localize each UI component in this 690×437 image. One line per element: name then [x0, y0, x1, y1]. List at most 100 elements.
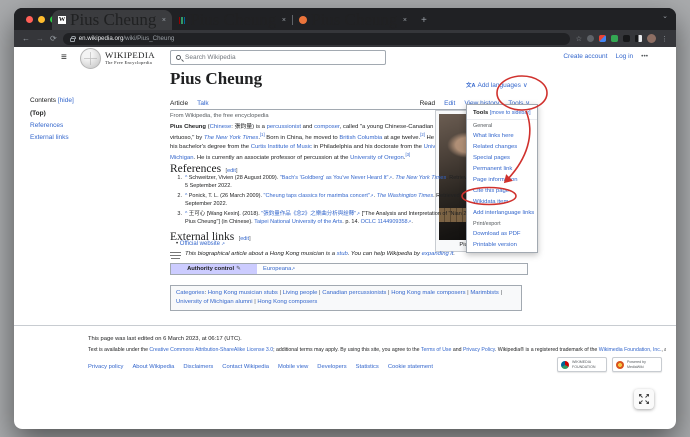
- extension-icon-5[interactable]: [635, 35, 642, 42]
- stub-icon: [170, 252, 181, 260]
- close-tab-icon[interactable]: ×: [403, 17, 407, 24]
- footer-link-developers[interactable]: Developers: [317, 364, 346, 370]
- expand-icon[interactable]: [634, 389, 654, 409]
- toc-item-external-links[interactable]: External links: [30, 134, 74, 141]
- mediawiki-badge[interactable]: Powered byMediaWiki: [612, 357, 662, 372]
- badge-line: FOUNDATION: [572, 365, 596, 369]
- wikipedia-page: ≡ WIKIPEDIA The Free Encyclopedia Create…: [14, 47, 676, 429]
- close-window-button[interactable]: [26, 16, 33, 23]
- bracket: ]: [249, 236, 251, 242]
- official-website-item[interactable]: • Official website ↗: [176, 241, 225, 247]
- menu-item-add-interlanguage-links[interactable]: Add interlanguage links: [467, 207, 537, 218]
- minimize-window-button[interactable]: [38, 16, 45, 23]
- wikipedia-globe-logo[interactable]: [80, 48, 101, 69]
- language-icon: 文A: [466, 81, 475, 89]
- reference-item: 3.^ 王可心 [Wang Kexin]. (2018). "張鈞量作品《念2》…: [174, 211, 476, 227]
- menu-item-special-pages[interactable]: Special pages: [467, 152, 537, 163]
- footer-link-contact[interactable]: Contact Wikipedia: [222, 364, 269, 370]
- page-title: Pius Cheung: [170, 69, 262, 89]
- view-edit[interactable]: Edit: [444, 100, 455, 107]
- menu-item-cite-this-page[interactable]: Cite this page: [467, 185, 537, 196]
- extension-icon-2[interactable]: [599, 35, 606, 42]
- references-heading: References: [170, 163, 221, 175]
- main-menu-hamburger-icon[interactable]: ≡: [61, 52, 67, 63]
- tab-wikidata[interactable]: Pius Cheung - Wikidata ×: [172, 10, 292, 30]
- wikipedia-tagline: The Free Encyclopedia: [105, 60, 152, 65]
- tab-title: Pius Cheung - Wikipedia: [70, 10, 158, 30]
- footer-link-cookies[interactable]: Cookie statement: [388, 364, 433, 370]
- footer-link-mobile[interactable]: Mobile view: [278, 364, 308, 370]
- stub-notice: This biographical article about a Hong K…: [170, 251, 500, 260]
- search-icon: [176, 55, 181, 60]
- user-menu-ellipsis-icon[interactable]: •••: [641, 53, 648, 60]
- menu-item-page-information[interactable]: Page information: [467, 174, 537, 185]
- url-domain: en.wikipedia.org: [79, 35, 124, 42]
- back-icon[interactable]: ←: [22, 35, 30, 43]
- edit-external-links-link[interactable]: edit: [240, 236, 249, 242]
- footer-link-about[interactable]: About Wikipedia: [132, 364, 174, 370]
- menu-item-printable-version[interactable]: Printable version: [467, 239, 537, 250]
- footer-link-statistics[interactable]: Statistics: [356, 364, 379, 370]
- toc-item-references[interactable]: References: [30, 122, 74, 129]
- menu-item-wikidata-item[interactable]: Wikidata item: [467, 196, 537, 207]
- wikimedia-foundation-badge[interactable]: WIKIMEDIAFOUNDATION: [557, 357, 607, 372]
- footer-link-privacy[interactable]: Privacy policy: [88, 364, 123, 370]
- authority-label[interactable]: Authority control: [187, 266, 234, 272]
- ref-text: ^ Ponick, T. L. (26 March 2009). "Cheung…: [185, 193, 476, 209]
- menu-title-label: Tools: [473, 110, 488, 116]
- lock-icon: [70, 38, 75, 42]
- view-read[interactable]: Read: [420, 100, 436, 107]
- extension-icon-4[interactable]: [623, 35, 630, 42]
- add-languages-button[interactable]: 文A Add languages ∨: [466, 81, 528, 89]
- tab-wikipedia[interactable]: W Pius Cheung - Wikipedia ×: [52, 10, 172, 30]
- extension-icon-3[interactable]: [611, 35, 618, 42]
- close-tab-icon[interactable]: ×: [282, 17, 286, 24]
- ref-text: ^ Schweitzer, Vivien (28 August 2009). "…: [185, 175, 476, 191]
- move-to-sidebar-link[interactable]: [move to sidebar]: [490, 110, 531, 116]
- forward-icon[interactable]: →: [36, 35, 44, 43]
- edit-pencil-icon[interactable]: ✎: [236, 266, 241, 272]
- log-in-link[interactable]: Log in: [615, 53, 633, 60]
- wikipedia-wordmark[interactable]: WIKIPEDIA: [105, 50, 155, 60]
- menu-item-permanent-link[interactable]: Permanent link: [467, 163, 537, 174]
- menu-item-download-pdf[interactable]: Download as PDF: [467, 228, 537, 239]
- tab-talk[interactable]: Talk: [197, 100, 209, 107]
- footer-link-disclaimers[interactable]: Disclaimers: [183, 364, 213, 370]
- menu-item-related-changes[interactable]: Related changes: [467, 141, 537, 152]
- toc-hide-link[interactable]: [hide]: [58, 97, 74, 104]
- tab-musicbrainz[interactable]: Pius Cheung - MusicBrainz ×: [293, 10, 413, 30]
- ref-number: 1.: [174, 175, 182, 191]
- menu-title: Tools [move to sidebar]: [467, 107, 537, 120]
- site-subtitle: From Wikipedia, the free encyclopedia: [170, 113, 269, 119]
- tab-title: Pius Cheung - Wikidata: [190, 10, 278, 30]
- menu-item-what-links-here[interactable]: What links here: [467, 130, 537, 141]
- edit-references-link[interactable]: edit: [227, 168, 236, 174]
- create-account-link[interactable]: Create account: [563, 53, 607, 60]
- profile-avatar[interactable]: [647, 34, 656, 43]
- authority-links[interactable]: Europeana ↗: [257, 264, 527, 274]
- bookmark-star-icon[interactable]: ☆: [576, 35, 582, 43]
- reload-icon[interactable]: ⟳: [50, 35, 57, 43]
- bracket: ]: [236, 168, 238, 174]
- toc-item-top[interactable]: (Top): [30, 110, 74, 117]
- url-text: en.wikipedia.org/wiki/Pius_Cheung: [79, 35, 175, 42]
- address-bar[interactable]: en.wikipedia.org/wiki/Pius_Cheung: [63, 33, 570, 45]
- tools-dropdown-menu: Tools [move to sidebar] General What lin…: [466, 104, 538, 253]
- tab-strip: W Pius Cheung - Wikipedia × Pius Cheung …: [14, 8, 676, 30]
- tab-search-chevron-icon[interactable]: ⌄: [662, 12, 668, 20]
- search-input[interactable]: [185, 54, 380, 61]
- add-languages-label: Add languages: [477, 82, 520, 89]
- categories-box[interactable]: Categories: Hong Kong musician stubs | L…: [170, 285, 522, 311]
- wikipedia-favicon: W: [58, 16, 66, 24]
- tab-title: Pius Cheung - MusicBrainz: [311, 10, 399, 30]
- tab-article[interactable]: Article: [170, 100, 188, 107]
- search-box[interactable]: [170, 50, 386, 65]
- extension-icon-1[interactable]: [587, 35, 594, 42]
- browser-menu-kebab-icon[interactable]: ⋮: [661, 35, 668, 43]
- ref-text: ^ 王可心 [Wang Kexin]. (2018). "張鈞量作品《念2》之樂…: [185, 211, 476, 227]
- wikimedia-logo-icon: [561, 361, 569, 369]
- new-tab-button[interactable]: +: [421, 15, 427, 26]
- footer-links: Privacy policy About Wikipedia Disclaime…: [88, 364, 433, 370]
- close-tab-icon[interactable]: ×: [162, 17, 166, 24]
- mediawiki-logo-icon: [616, 361, 624, 369]
